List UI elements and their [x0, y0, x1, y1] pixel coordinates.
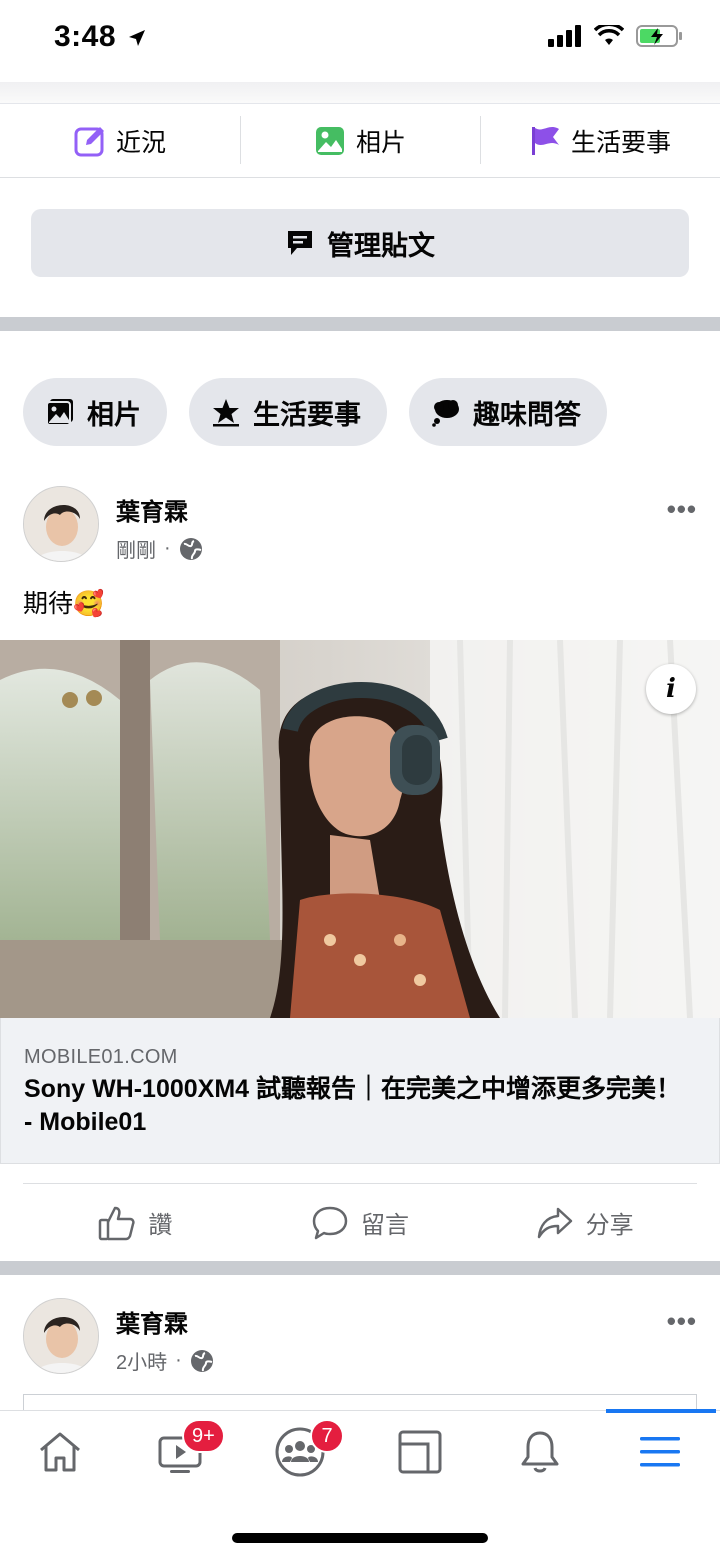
manage-posts-icon [288, 231, 312, 255]
like-label: 讚 [148, 1212, 173, 1239]
share-button[interactable]: 分享 [472, 1204, 697, 1242]
header-shadow [0, 82, 720, 104]
globe-icon [190, 1349, 213, 1372]
post-meta: 2小時 · [116, 1346, 214, 1375]
signal-icon [548, 25, 581, 47]
post-author-name[interactable]: 葉育霖 [116, 1304, 188, 1339]
groups-badge: 7 [310, 1419, 344, 1453]
comment-icon [312, 1206, 348, 1239]
comment-button[interactable]: 留言 [248, 1204, 473, 1242]
link-preview[interactable]: MOBILE01.COM Sony WH-1000XM4 試聽報告｜在完美之中增… [0, 1018, 720, 1164]
share-icon [537, 1207, 572, 1238]
info-button[interactable]: i [646, 664, 696, 714]
status-update-label: 近況 [115, 128, 166, 157]
avatar[interactable] [23, 486, 99, 562]
watch-badge: 9+ [182, 1419, 225, 1453]
composer-row: 近況 相片 生活要事 [0, 104, 720, 178]
battery-charging-icon [636, 25, 682, 47]
like-button[interactable]: 讚 [23, 1204, 248, 1242]
link-domain: MOBILE01.COM [24, 1046, 178, 1068]
manage-posts-label: 管理貼文 [327, 230, 435, 261]
chip-photos[interactable]: 相片 [23, 378, 167, 446]
status-icons [548, 24, 684, 48]
bell-icon [521, 1431, 559, 1473]
life-event-button[interactable]: 生活要事 [480, 104, 720, 177]
chip-photos-label: 相片 [87, 399, 141, 430]
filter-chips: 相片 生活要事 趣味問答 [23, 378, 607, 446]
tab-notifications[interactable] [480, 1411, 600, 1493]
manage-posts-button[interactable]: 管理貼文 [31, 209, 689, 277]
thumbs-up-icon [99, 1206, 135, 1240]
status-time: 3:48 [54, 20, 147, 54]
chip-life-events[interactable]: 生活要事 [189, 378, 387, 446]
meta-dot: · [164, 537, 171, 559]
tab-home[interactable] [0, 1411, 120, 1493]
tab-menu[interactable] [600, 1411, 720, 1493]
comment-label: 留言 [361, 1212, 409, 1239]
meta-dot: · [175, 1349, 182, 1371]
pages-icon [398, 1430, 442, 1474]
photo-button[interactable]: 相片 [240, 104, 480, 177]
tab-watch[interactable]: 9+ [120, 1411, 240, 1493]
status-bar: 3:48 [0, 0, 720, 82]
photo-icon [315, 126, 344, 155]
post-time[interactable]: 2小時 [116, 1346, 167, 1375]
chip-quiz-label: 趣味問答 [473, 399, 581, 430]
star-icon [213, 399, 239, 427]
post-meta: 剛剛 · [116, 534, 203, 563]
life-event-label: 生活要事 [570, 128, 671, 157]
more-options-button[interactable]: ••• [667, 1306, 697, 1337]
home-indicator [232, 1533, 488, 1543]
globe-icon [179, 537, 202, 560]
chip-quiz[interactable]: 趣味問答 [409, 378, 607, 446]
photo-label: 相片 [355, 128, 406, 157]
avatar[interactable] [23, 1298, 99, 1374]
link-title: Sony WH-1000XM4 試聽報告｜在完美之中增添更多完美！ - Mobi… [24, 1075, 682, 1136]
link-preview-image[interactable]: i [0, 640, 720, 1018]
share-label: 分享 [585, 1212, 634, 1239]
location-arrow-icon [128, 30, 145, 47]
post-actions: 讚 留言 分享 [23, 1183, 697, 1261]
post-text: 期待🥰 [23, 590, 105, 618]
section-divider [0, 317, 720, 331]
tab-groups[interactable]: 7 [240, 1411, 360, 1493]
edit-icon [74, 126, 104, 156]
flag-icon [531, 126, 559, 155]
chip-life-events-label: 生活要事 [253, 399, 361, 430]
post-author-name[interactable]: 葉育霖 [116, 492, 188, 527]
headphones-photo [0, 640, 720, 1018]
post-header: 葉育霖 剛剛 · ••• [23, 486, 697, 566]
status-update-button[interactable]: 近況 [0, 104, 240, 177]
more-options-button[interactable]: ••• [667, 494, 697, 525]
post-header: 葉育霖 2小時 · ••• [23, 1298, 697, 1378]
menu-icon [640, 1437, 680, 1467]
post-divider [0, 1261, 720, 1275]
home-icon [40, 1432, 80, 1472]
wifi-icon [594, 25, 624, 45]
post-time[interactable]: 剛剛 [116, 534, 156, 563]
chat-bubble-icon [432, 400, 459, 427]
photo-icon [46, 399, 73, 426]
tab-pages[interactable] [360, 1411, 480, 1493]
